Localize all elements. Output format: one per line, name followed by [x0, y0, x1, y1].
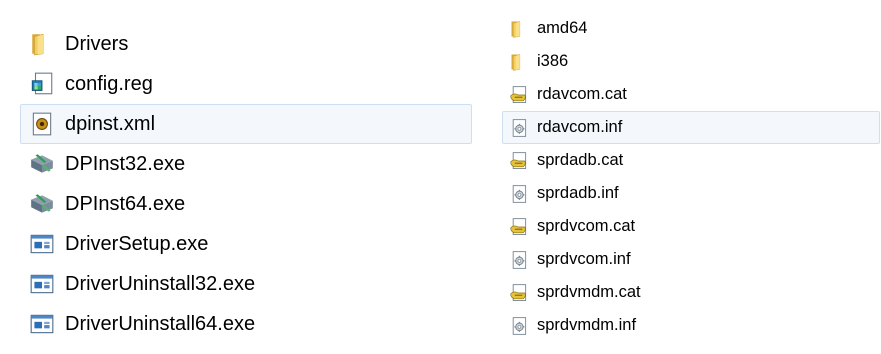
file-row-config-reg[interactable]: config.reg	[20, 64, 472, 104]
file-name: dpinst.xml	[65, 112, 156, 135]
right-file-list-panel: amd64 i386 rdavcom.cat rdavcom.inf sprda…	[492, 0, 881, 354]
file-row-i386[interactable]: i386	[502, 45, 880, 78]
file-name: i386	[537, 52, 569, 70]
file-row-rdavcom-inf[interactable]: rdavcom.inf	[502, 111, 880, 144]
file-row-amd64[interactable]: amd64	[502, 12, 880, 45]
folder-icon	[509, 18, 529, 40]
security-catalog-icon	[509, 282, 529, 304]
panel-divider	[486, 0, 490, 354]
installer-exe-icon	[29, 191, 55, 217]
file-name: rdavcom.inf	[537, 118, 623, 136]
left-file-list-panel: Drivers config.reg dpinst.xml DPInst32.e…	[0, 0, 484, 354]
file-row-dpinst32-exe[interactable]: DPInst32.exe	[20, 144, 472, 184]
file-name: DPInst64.exe	[65, 192, 186, 215]
file-row-sprdvcom-inf[interactable]: sprdvcom.inf	[502, 243, 880, 276]
application-exe-icon	[29, 311, 55, 337]
xml-file-icon	[29, 111, 55, 137]
security-catalog-icon	[509, 150, 529, 172]
file-row-driveruninstall32-exe[interactable]: DriverUninstall32.exe	[20, 264, 472, 304]
file-name: config.reg	[65, 72, 153, 95]
file-row-sprdadb-cat[interactable]: sprdadb.cat	[502, 144, 880, 177]
file-name: sprdvmdm.inf	[537, 316, 637, 334]
file-name: DriverUninstall32.exe	[65, 272, 256, 295]
file-name: rdavcom.cat	[537, 85, 627, 103]
file-row-sprdvmdm-cat[interactable]: sprdvmdm.cat	[502, 276, 880, 309]
file-name: sprdvcom.cat	[537, 217, 636, 235]
application-exe-icon	[29, 231, 55, 257]
file-row-sprdvcom-cat[interactable]: sprdvcom.cat	[502, 210, 880, 243]
folder-icon	[509, 51, 529, 73]
file-name: amd64	[537, 19, 588, 37]
setup-information-icon	[509, 117, 529, 139]
right-file-list: amd64 i386 rdavcom.cat rdavcom.inf sprda…	[492, 12, 881, 342]
file-row-dpinst-xml[interactable]: dpinst.xml	[20, 104, 472, 144]
file-row-sprdadb-inf[interactable]: sprdadb.inf	[502, 177, 880, 210]
installer-exe-icon	[29, 151, 55, 177]
left-file-list: Drivers config.reg dpinst.xml DPInst32.e…	[0, 24, 484, 344]
file-name: sprdadb.inf	[537, 184, 619, 202]
file-name: sprdvcom.inf	[537, 250, 631, 268]
application-exe-icon	[29, 271, 55, 297]
folder-icon	[29, 31, 55, 57]
file-name: Drivers	[65, 32, 129, 55]
security-catalog-icon	[509, 84, 529, 106]
file-row-driveruninstall64-exe[interactable]: DriverUninstall64.exe	[20, 304, 472, 344]
file-row-sprdvmdm-inf[interactable]: sprdvmdm.inf	[502, 309, 880, 342]
file-row-dpinst64-exe[interactable]: DPInst64.exe	[20, 184, 472, 224]
file-name: DPInst32.exe	[65, 152, 186, 175]
file-name: DriverUninstall64.exe	[65, 312, 256, 335]
file-name: sprdvmdm.cat	[537, 283, 641, 301]
setup-information-icon	[509, 183, 529, 205]
setup-information-icon	[509, 315, 529, 337]
file-row-drivers[interactable]: Drivers	[20, 24, 472, 64]
file-row-rdavcom-cat[interactable]: rdavcom.cat	[502, 78, 880, 111]
file-name: sprdadb.cat	[537, 151, 624, 169]
setup-information-icon	[509, 249, 529, 271]
file-name: DriverSetup.exe	[65, 232, 209, 255]
registry-file-icon	[29, 71, 55, 97]
file-row-driversetup-exe[interactable]: DriverSetup.exe	[20, 224, 472, 264]
security-catalog-icon	[509, 216, 529, 238]
